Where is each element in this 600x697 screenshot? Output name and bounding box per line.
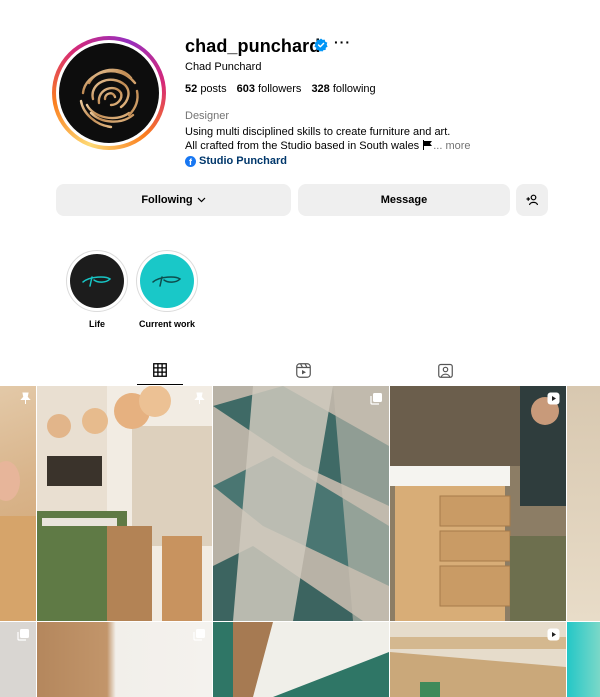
bio-line-2-text: All crafted from the Studio based in Sou…: [185, 140, 420, 152]
pinned-icon: [20, 392, 31, 404]
profile-full-name: Chad Punchard: [185, 61, 262, 73]
suggest-people-button[interactable]: [516, 184, 548, 216]
following-stat[interactable]: 328 following: [311, 83, 375, 95]
highlight-current-work[interactable]: Current work: [136, 250, 198, 329]
more-options-button[interactable]: ···: [334, 34, 351, 50]
highlight-life[interactable]: Life: [66, 250, 128, 329]
following-label: following: [332, 83, 376, 95]
profile-stats: 52 posts 603 followers 328 following: [185, 83, 376, 95]
fingerprint-logo-icon: [59, 43, 159, 143]
carousel-icon: [17, 629, 29, 641]
facebook-icon: f: [185, 155, 196, 167]
followers-label: followers: [258, 83, 302, 95]
post-tile[interactable]: [390, 386, 566, 621]
add-person-icon: [526, 194, 538, 206]
followers-count: 603: [236, 83, 255, 95]
following-button-label: Following: [141, 194, 193, 206]
tab-posts[interactable]: [137, 355, 183, 385]
following-count: 328: [311, 83, 330, 95]
pinned-icon: [194, 392, 205, 404]
post-tile[interactable]: [0, 386, 36, 621]
carousel-icon: [370, 393, 382, 405]
bio-more-link[interactable]: ... more: [433, 140, 470, 152]
post-tile[interactable]: [37, 386, 212, 621]
posts-label: posts: [200, 83, 227, 95]
posts-grid-icon: [153, 362, 167, 377]
profile-link[interactable]: f Studio Punchard: [185, 155, 287, 167]
profile-tabs: [0, 355, 600, 385]
message-button-label: Message: [380, 194, 428, 206]
reel-icon: [547, 392, 560, 405]
posts-grid: [0, 386, 600, 697]
post-tile[interactable]: [0, 622, 36, 697]
post-tile[interactable]: [37, 622, 212, 697]
highlight-current-work-cover: [140, 254, 194, 308]
carousel-icon: [193, 629, 205, 641]
profile-header: chad_punchard ··· Chad Punchard 52 posts…: [0, 0, 600, 230]
following-button[interactable]: Following: [56, 184, 291, 216]
highlight-life-cover: [70, 254, 124, 308]
tab-tagged[interactable]: [422, 355, 468, 385]
highlight-label: Life: [88, 319, 105, 329]
profile-avatar[interactable]: [52, 36, 166, 150]
reels-icon: [295, 362, 311, 378]
story-highlights: Life Current work: [0, 250, 600, 335]
flag-icon: [423, 140, 433, 150]
profile-category: Designer: [185, 110, 230, 122]
message-button[interactable]: Message: [298, 184, 510, 216]
reel-icon: [547, 628, 560, 641]
post-tile[interactable]: [567, 622, 600, 697]
bio-line-2: All crafted from the Studio based in Sou…: [185, 140, 471, 152]
highlight-label: Current work: [138, 319, 195, 329]
chevron-down-icon: [197, 197, 206, 203]
post-tile[interactable]: [567, 386, 600, 621]
posts-stat: 52 posts: [185, 83, 227, 95]
post-tile[interactable]: [213, 386, 389, 621]
post-tile[interactable]: [213, 622, 389, 697]
profile-username: chad_punchard: [185, 36, 321, 56]
profile-link-text: Studio Punchard: [199, 155, 287, 167]
post-tile[interactable]: [390, 622, 566, 697]
verified-badge-icon: [314, 38, 328, 52]
followers-stat[interactable]: 603 followers: [237, 83, 302, 95]
bio-line-1: Using multi disciplined skills to create…: [185, 126, 451, 138]
tab-reels[interactable]: [280, 355, 326, 385]
posts-count: 52: [185, 83, 198, 95]
tagged-icon: [437, 363, 453, 378]
